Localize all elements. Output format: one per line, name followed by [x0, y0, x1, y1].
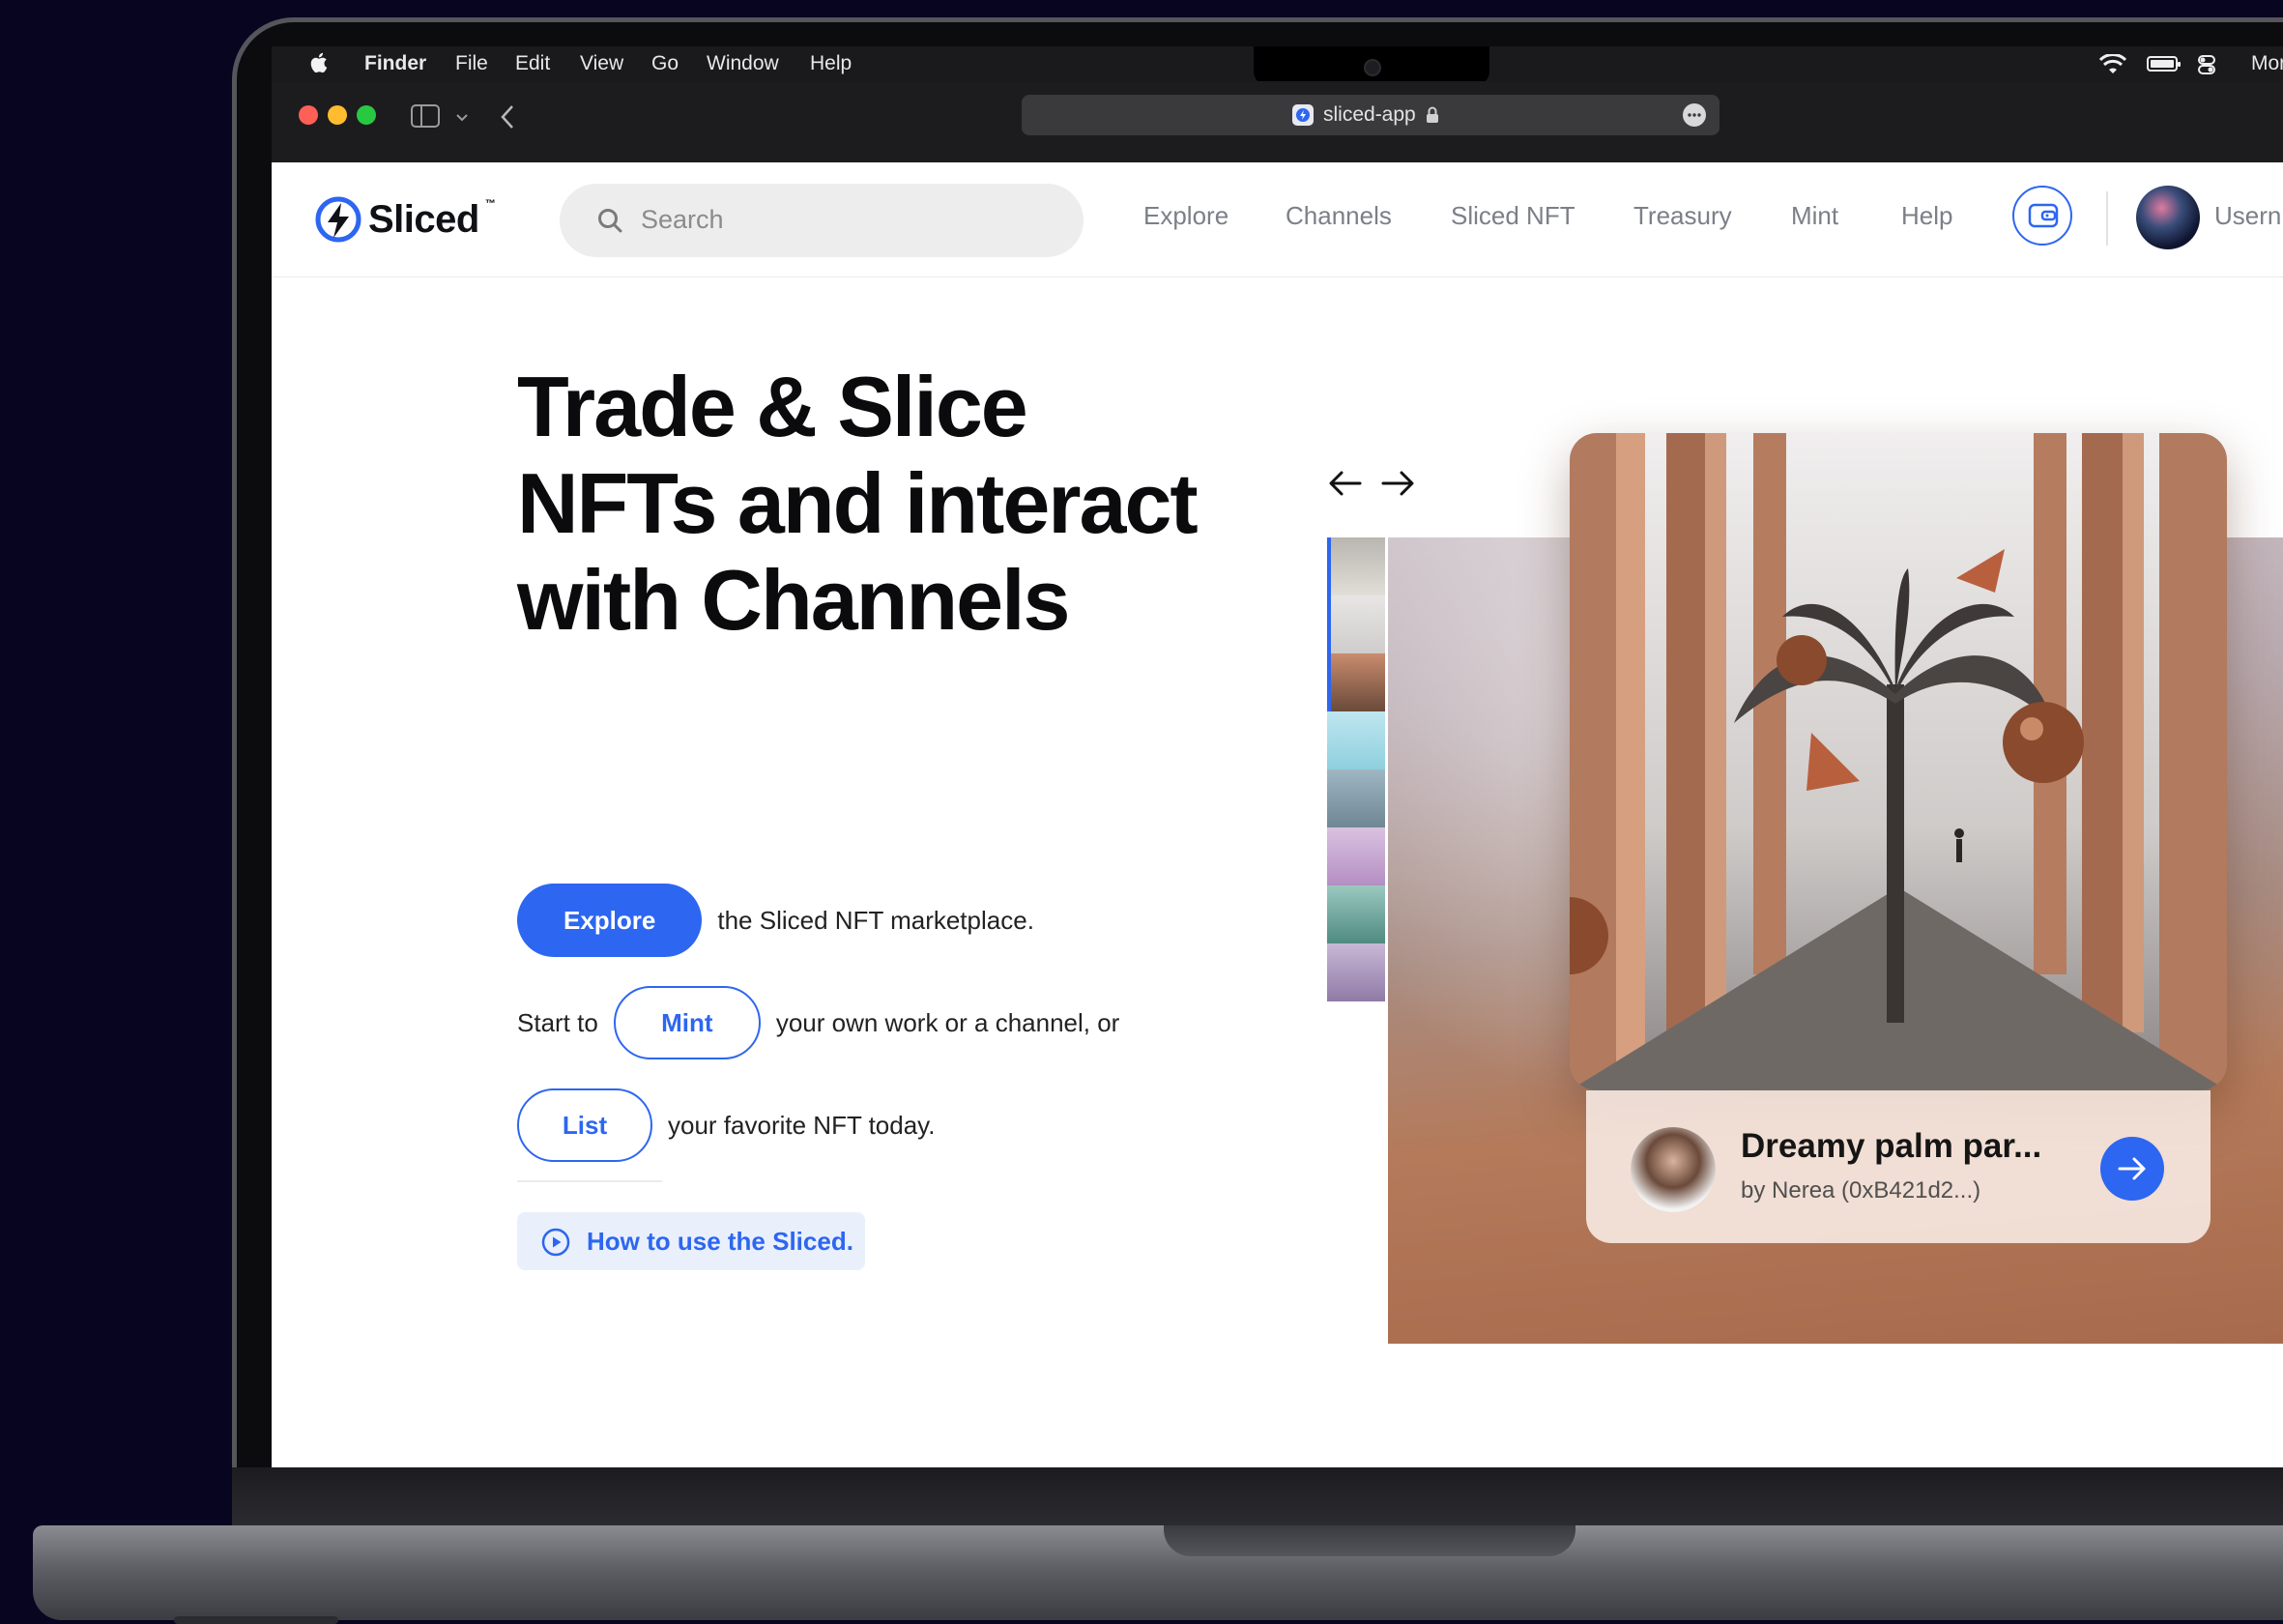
wallet-button[interactable] — [2012, 186, 2072, 246]
menu-finder[interactable]: Finder — [364, 52, 426, 75]
view-nft-button[interactable] — [2100, 1137, 2164, 1201]
creator-avatar[interactable] — [1631, 1127, 1716, 1212]
user-avatar[interactable] — [2136, 186, 2200, 249]
laptop-bezel — [232, 1467, 2283, 1525]
battery-icon[interactable] — [2147, 54, 2182, 73]
laptop-foot — [174, 1616, 338, 1624]
thumbnail-strip — [1327, 537, 1389, 1003]
username-label[interactable]: Usern — [2214, 201, 2281, 231]
more-options-icon[interactable] — [1683, 103, 1706, 127]
maximize-window-button[interactable] — [357, 105, 376, 125]
back-icon[interactable] — [500, 104, 515, 130]
menu-window[interactable]: Window — [707, 52, 779, 75]
close-window-button[interactable] — [299, 105, 318, 125]
carousel-arrows — [1328, 470, 1415, 497]
how-to-label: How to use the Sliced. — [587, 1227, 853, 1256]
explore-row: Explore the Sliced NFT marketplace. — [517, 884, 1034, 957]
nav-treasury[interactable]: Treasury — [1633, 201, 1732, 231]
trademark-mark: ™ — [484, 198, 496, 210]
thumbnail-8[interactable] — [1327, 943, 1385, 1001]
start-to-text: Start to — [517, 1007, 598, 1037]
thumbnail-2[interactable] — [1327, 595, 1385, 653]
play-circle-icon — [541, 1228, 570, 1257]
menu-view[interactable]: View — [580, 52, 623, 75]
control-center-icon[interactable] — [2197, 54, 2216, 75]
list-row: List your favorite NFT today. — [517, 1088, 935, 1162]
nft-creator: by Nerea (0xB421d2...) — [1741, 1177, 1981, 1204]
sidebar-toggle-icon[interactable] — [411, 104, 440, 128]
thumbnail-active-indicator — [1327, 537, 1331, 711]
menu-edit[interactable]: Edit — [515, 52, 550, 75]
arrow-left-icon[interactable] — [1328, 470, 1363, 497]
thumbnail-6[interactable] — [1327, 827, 1385, 885]
wifi-icon[interactable] — [2098, 54, 2127, 75]
thumbnail-3[interactable] — [1327, 653, 1385, 711]
headline-line-1: Trade & Slice — [517, 359, 1028, 454]
thumbnail-5[interactable] — [1327, 769, 1385, 827]
nft-title[interactable]: Dreamy palm par... — [1741, 1127, 2041, 1166]
featured-nft-image[interactable] — [1570, 433, 2227, 1090]
explore-button[interactable]: Explore — [517, 884, 703, 957]
clock-text: Mor — [2251, 52, 2283, 74]
how-to-button[interactable]: How to use the Sliced. — [517, 1212, 865, 1270]
mint-row: Start to Mint your own work or a channel… — [517, 986, 1119, 1059]
browser-toolbar: sliced-app — [272, 81, 2283, 162]
laptop-base — [33, 1525, 2283, 1620]
laptop-hinge-notch — [1164, 1525, 1575, 1556]
nav-sliced-nft[interactable]: Sliced NFT — [1451, 201, 1575, 231]
wallet-icon — [2028, 203, 2059, 228]
search-icon — [598, 209, 622, 233]
macos-menubar: Finder File Edit View Go Window Help Mor — [272, 46, 2283, 85]
header-divider — [2106, 191, 2108, 246]
camera-icon — [1364, 59, 1381, 76]
list-button[interactable]: List — [517, 1088, 652, 1162]
arrow-right-icon — [2118, 1157, 2146, 1180]
mint-description: your own work or a channel, or — [775, 1007, 1120, 1037]
apple-icon[interactable] — [308, 51, 328, 74]
menu-file[interactable]: File — [455, 52, 488, 75]
list-description: your favorite NFT today. — [668, 1110, 936, 1140]
thumbnail-1[interactable] — [1327, 537, 1385, 595]
url-text: sliced-app — [1323, 103, 1416, 126]
thumbnail-7[interactable] — [1327, 885, 1385, 943]
minimize-window-button[interactable] — [328, 105, 347, 125]
menu-help[interactable]: Help — [810, 52, 852, 75]
nav-help[interactable]: Help — [1901, 201, 1952, 231]
section-divider — [517, 1180, 662, 1182]
palm-artwork-illustration — [1570, 433, 2227, 1090]
menu-go[interactable]: Go — [651, 52, 679, 75]
laptop-screen: Finder File Edit View Go Window Help Mor — [272, 46, 2283, 1467]
search-placeholder: Search — [641, 205, 724, 234]
nav-mint[interactable]: Mint — [1791, 201, 1838, 231]
nav-channels[interactable]: Channels — [1286, 201, 1392, 231]
brand-logo[interactable]: Sliced ™ — [314, 195, 496, 244]
featured-nft-card[interactable]: Dreamy palm par... by Nerea (0xB421d2...… — [1586, 1090, 2211, 1243]
explore-description: the Sliced NFT marketplace. — [717, 905, 1034, 935]
site-favicon-icon — [1292, 104, 1314, 126]
chevron-down-icon[interactable] — [455, 113, 469, 123]
site-header: Sliced ™ Search Explore Channels Sliced … — [272, 162, 2283, 277]
nav-explore[interactable]: Explore — [1143, 201, 1228, 231]
hero-headline: Trade & Slice NFTs and interact with Cha… — [517, 359, 1252, 649]
headline-line-3: with Channels — [517, 552, 1071, 648]
headline-line-2: NFTs and interact — [517, 455, 1199, 551]
mint-button[interactable]: Mint — [613, 986, 761, 1059]
thumbnail-4[interactable] — [1327, 711, 1385, 769]
bolt-logo-icon — [315, 196, 361, 243]
search-box[interactable]: Search — [560, 184, 1084, 257]
lock-icon — [1426, 106, 1438, 123]
brand-name: Sliced — [368, 197, 479, 241]
arrow-right-icon[interactable] — [1380, 470, 1415, 497]
address-bar[interactable]: sliced-app — [1022, 95, 1719, 135]
